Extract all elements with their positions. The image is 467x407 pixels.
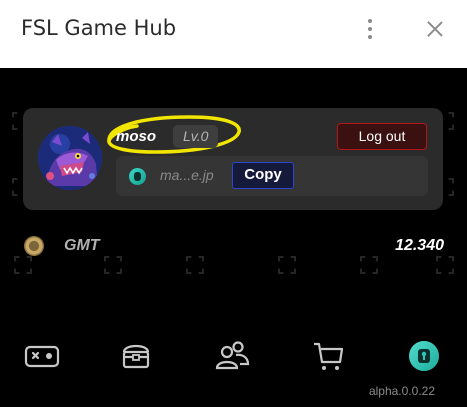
version-label: alpha.0.0.22 [368, 384, 435, 398]
treasure-chest-icon [122, 344, 150, 369]
shopping-cart-icon [314, 342, 344, 370]
level-badge: Lv.0 [173, 125, 219, 148]
placeholder-frame [278, 256, 296, 274]
bottom-nav [0, 336, 467, 376]
account-email: ma...e.jp [160, 167, 214, 183]
gmt-coin-icon [24, 236, 44, 256]
nav-store[interactable] [116, 336, 156, 376]
placeholder-frame [360, 256, 378, 274]
nav-wallet[interactable] [404, 336, 444, 376]
wallet-address-row: ma...e.jp Copy [116, 156, 428, 196]
people-icon [215, 341, 250, 370]
token-symbol: GMT [64, 237, 100, 254]
placeholder-frame [14, 256, 32, 274]
wallet-keyhole-icon [129, 168, 146, 185]
username: moso [116, 128, 157, 145]
wallet-keyhole-icon [409, 341, 439, 371]
window-title: FSL Game Hub [21, 16, 177, 40]
close-icon[interactable] [423, 17, 447, 41]
placeholder-frame [104, 256, 122, 274]
profile-card: moso Lv.0 Log out ma...e.jp Copy [23, 108, 443, 210]
window-titlebar: FSL Game Hub [0, 0, 467, 68]
token-row-gmt[interactable]: GMT 12.340 [24, 234, 444, 258]
nav-friends[interactable] [212, 336, 252, 376]
avatar[interactable] [38, 126, 102, 190]
app-content: moso Lv.0 Log out ma...e.jp Copy GMT 12.… [0, 68, 467, 407]
nav-games[interactable] [22, 336, 62, 376]
more-options-icon[interactable] [361, 16, 379, 42]
copy-button[interactable]: Copy [232, 162, 294, 189]
logout-button[interactable]: Log out [337, 123, 427, 150]
nav-cart[interactable] [308, 336, 348, 376]
token-balance: 12.340 [395, 237, 444, 254]
placeholder-frame [186, 256, 204, 274]
placeholder-frame [436, 256, 454, 274]
gamepad-icon [24, 345, 60, 368]
